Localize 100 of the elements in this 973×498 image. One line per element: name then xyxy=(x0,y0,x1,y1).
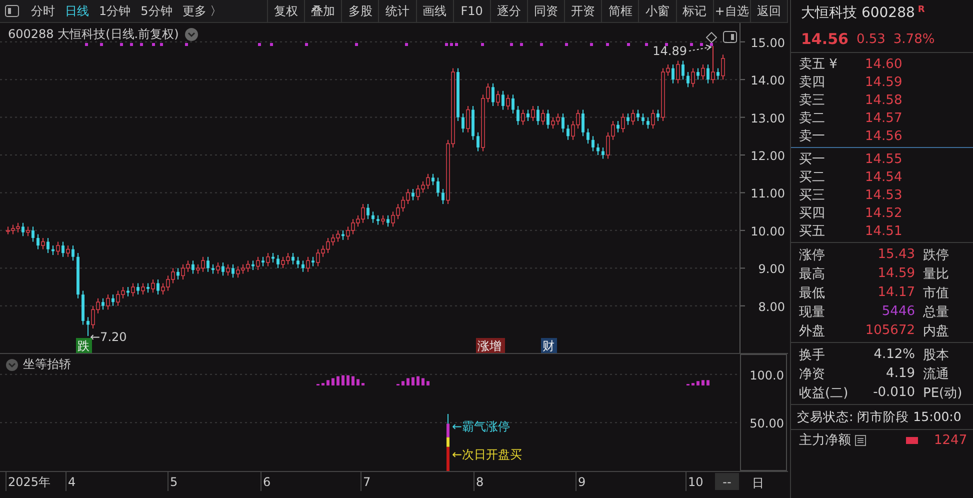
period-label: 日 xyxy=(752,476,764,490)
toolbar-button[interactable]: 多股 xyxy=(342,0,380,22)
order-level-label: 卖五 ¥ xyxy=(799,56,838,73)
toolbar-button[interactable]: 标记 xyxy=(676,0,714,22)
candlestick xyxy=(192,260,194,274)
candlestick xyxy=(276,254,280,269)
candlestick xyxy=(432,173,434,186)
candlestick xyxy=(312,256,314,267)
stat-value: -0.010 xyxy=(872,385,915,400)
toolbar-button[interactable]: +自选 xyxy=(714,0,751,22)
dropdown-icon[interactable] xyxy=(184,28,198,41)
candlestick xyxy=(596,143,600,156)
candlestick xyxy=(701,64,705,80)
stat-label: 量比 xyxy=(923,266,950,282)
candlestick xyxy=(686,72,690,88)
stat-value: 4.19 xyxy=(885,366,915,381)
candlestick xyxy=(566,124,570,140)
stat-label: 收益(二) xyxy=(799,384,850,402)
order-price: 14.58 xyxy=(865,92,904,108)
candlestick xyxy=(266,252,270,267)
order-level-label: 买一 xyxy=(799,151,826,168)
stat-label: 市值 xyxy=(923,284,950,302)
order-level-label: 买三 xyxy=(799,187,826,204)
order-level-label: 买四 xyxy=(799,205,826,222)
candlestick xyxy=(216,262,220,274)
stat-label: PE(动) xyxy=(923,384,964,402)
period-tab[interactable]: 1分钟 xyxy=(95,2,135,20)
candlestick xyxy=(521,109,525,126)
candlestick xyxy=(66,245,70,258)
candlestick xyxy=(541,109,545,126)
signal-label: ←霸气涨停 xyxy=(452,420,510,434)
order-price: 14.59 xyxy=(865,74,904,90)
order-level-label: 买五 xyxy=(799,223,826,240)
candlestick xyxy=(366,204,370,220)
candlestick xyxy=(442,188,444,205)
candlestick xyxy=(512,94,514,114)
order-price: 14.51 xyxy=(865,224,904,238)
collapse-icon[interactable] xyxy=(6,358,18,370)
candlestick xyxy=(412,188,414,201)
toolbar-button[interactable]: 返回 xyxy=(750,0,788,22)
diamond-icon[interactable] xyxy=(706,32,717,42)
candlestick xyxy=(582,109,584,137)
pointer-arrow xyxy=(688,44,712,52)
toolbar-button[interactable]: 小窗 xyxy=(639,0,677,22)
order-price: 14.60 xyxy=(865,56,904,72)
order-level-label: 卖三 xyxy=(799,92,826,109)
candlestick xyxy=(106,294,110,310)
toolbar-button[interactable]: 复权 xyxy=(268,0,306,22)
toolbar-button[interactable]: 开资 xyxy=(565,0,602,22)
candlestick xyxy=(586,128,590,144)
period-tab[interactable]: 分时 xyxy=(27,2,59,20)
stat-label: 跌停 xyxy=(923,246,950,264)
price-change: 0.53 xyxy=(856,32,886,46)
indicator-title: 坐等抬轿 xyxy=(23,356,71,373)
period-tab[interactable]: 5分钟 xyxy=(136,2,176,20)
stat-label: 外盘 xyxy=(799,322,826,340)
candlestick xyxy=(86,316,90,337)
toolbar-button[interactable]: 逐分 xyxy=(490,0,528,22)
order-price: 14.57 xyxy=(865,110,904,126)
list-icon[interactable] xyxy=(855,434,866,446)
candlestick xyxy=(616,120,620,133)
signal-label: ←次日开盘买 xyxy=(452,448,522,462)
flow-label: 主力净额 xyxy=(799,432,851,449)
candlestick xyxy=(492,82,494,106)
toolbar-button[interactable]: 统计 xyxy=(379,0,417,22)
candlestick xyxy=(682,60,684,80)
toolbar-button[interactable]: 简框 xyxy=(602,0,640,22)
price-label: ←7.20 xyxy=(90,330,127,344)
axis-label: 8 xyxy=(476,475,484,489)
event-tag: 跌 xyxy=(76,338,92,353)
stat-label: 换手 xyxy=(799,346,826,364)
period-tab[interactable]: 更多 〉 xyxy=(178,2,226,20)
period-tab[interactable]: 日线 xyxy=(61,2,93,20)
price-change-percent: 3.78% xyxy=(893,32,935,46)
candlestick xyxy=(691,68,695,88)
stat-value: 14.59 xyxy=(876,266,915,281)
toolbar-button[interactable]: 画线 xyxy=(416,0,454,22)
axis-label: 6 xyxy=(263,475,271,489)
toolbar-button[interactable]: 同资 xyxy=(528,0,566,22)
candlestick xyxy=(306,256,310,272)
candlestick xyxy=(711,46,715,84)
axis-label: 9.00 xyxy=(758,262,785,276)
panel-toggle-icon[interactable] xyxy=(5,5,19,17)
candlestick xyxy=(151,278,155,294)
panel-toggle-icon[interactable] xyxy=(723,31,737,43)
candlestick xyxy=(102,298,104,310)
candlestick xyxy=(716,68,720,80)
candlestick xyxy=(56,241,60,256)
axis-label: 10.00 xyxy=(750,224,785,238)
toolbar-button[interactable]: 叠加 xyxy=(305,0,342,22)
axis-label: 12.00 xyxy=(750,149,785,163)
candlestick xyxy=(252,260,254,271)
candlestick xyxy=(22,222,24,237)
candlestick xyxy=(372,211,374,224)
range-button[interactable]: -- xyxy=(715,473,739,490)
candlestick xyxy=(466,105,470,133)
price-label: 14.89 xyxy=(652,44,687,58)
candlestick xyxy=(602,146,604,160)
toolbar-button[interactable]: F10 xyxy=(454,0,491,22)
candlestick xyxy=(456,68,460,122)
